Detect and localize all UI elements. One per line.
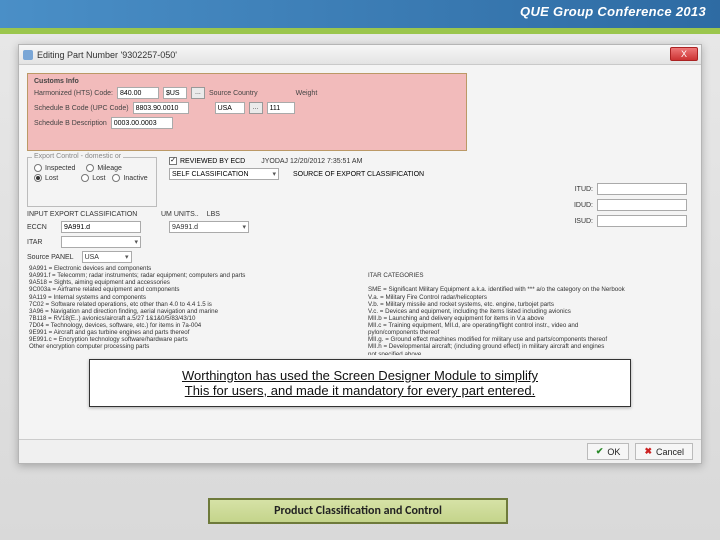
accent-bar (0, 28, 720, 34)
isud-input[interactable] (597, 215, 687, 227)
weight-label: Weight (296, 90, 318, 97)
hts-input[interactable] (117, 87, 159, 99)
edit-part-window: Editing Part Number '9302257-050' X Cust… (18, 44, 702, 464)
units-label: UM UNITS.. (161, 211, 199, 218)
close-button[interactable]: X (670, 47, 698, 61)
window-footer: ✔OK ✖Cancel (19, 439, 701, 463)
units-val: LBS (207, 211, 220, 218)
sitc-label: Schedule B Description (34, 120, 107, 127)
categories-listing: 9A991 = Electronic devices and component… (29, 265, 691, 355)
schedb-lookup-button[interactable]: ... (249, 102, 263, 114)
presenter-note: Worthington has used the Screen Designer… (89, 359, 631, 407)
ok-button[interactable]: ✔OK (587, 443, 630, 460)
source-panel-label: Source PANEL (27, 254, 74, 261)
radio-mileage[interactable] (86, 164, 94, 172)
idud-input[interactable] (597, 199, 687, 211)
self-class-dropdown[interactable]: SELF CLASSIFICATION (169, 168, 279, 180)
source-panel-dropdown[interactable]: USA (82, 251, 132, 263)
radio-lost-label: Lost (45, 175, 58, 182)
radio-inspected-label: Inspected (45, 165, 75, 172)
schedb-input[interactable] (133, 102, 189, 114)
window-title: Editing Part Number '9302257-050' (37, 50, 177, 60)
reviewed-stamp: JYODAJ 12/20/2012 7:35:51 AM (261, 158, 362, 165)
eccn-label: ECCN (27, 224, 57, 231)
hts-unit-input[interactable] (163, 87, 187, 99)
itud-input[interactable] (597, 183, 687, 195)
slide-caption-text: Product Classification and Control (274, 504, 442, 518)
reviewed-checkbox[interactable] (169, 157, 177, 165)
eccn-categories: 9A991 = Electronic devices and component… (29, 265, 352, 355)
check-icon: ✔ (596, 446, 604, 457)
customs-heading: Customs Info (34, 78, 460, 85)
schedb-extra[interactable] (267, 102, 295, 114)
src-country-label: Source Country (209, 90, 258, 97)
note-line2: This for users, and made it mandatory fo… (185, 383, 535, 398)
hts-label: Harmonized (HTS) Code: (34, 90, 113, 97)
group-legend: Export Control - domestic or (32, 153, 123, 160)
eccn-input-1[interactable] (61, 221, 141, 233)
radio-inactive-label: Inactive (123, 175, 147, 182)
note-line1: Worthington has used the Screen Designer… (182, 368, 538, 383)
itar-cat-body: SME = Significant Military Equipment a.k… (368, 286, 691, 355)
radio-inspected[interactable] (34, 164, 42, 172)
reviewed-label: REVIEWED BY ECD (180, 158, 245, 165)
hts-lookup-button[interactable]: ... (191, 87, 205, 99)
reviewed-area: REVIEWED BY ECD JYODAJ 12/20/2012 7:35:5… (169, 157, 424, 183)
idud-label: IDUD: (574, 202, 593, 209)
right-id-fields: ITUD: IDUD: ISUD: (574, 183, 687, 231)
window-body: Customs Info Harmonized (HTS) Code: ... … (19, 65, 701, 463)
itud-label: ITUD: (575, 186, 593, 193)
app-icon (23, 50, 33, 60)
itar-cat-title: ITAR CATEGORIES (368, 272, 691, 279)
cancel-button[interactable]: ✖Cancel (635, 443, 693, 460)
radio-lost[interactable] (34, 174, 42, 182)
radio-inactive[interactable] (112, 174, 120, 182)
customs-info-panel: Customs Info Harmonized (HTS) Code: ... … (27, 73, 467, 151)
conference-banner: QUE Group Conference 2013 (0, 0, 720, 28)
schedb-label: Schedule B Code (UPC Code) (34, 105, 129, 112)
window-titlebar[interactable]: Editing Part Number '9302257-050' X (19, 45, 701, 65)
export-control-group: Export Control - domestic or Inspected M… (27, 157, 157, 207)
sitc-input[interactable] (111, 117, 173, 129)
x-icon: ✖ (644, 446, 652, 457)
export-title: INPUT EXPORT CLASSIFICATION (27, 211, 157, 218)
conference-title: QUE Group Conference 2013 (520, 4, 706, 19)
eccn-dropdown[interactable]: 9A991.d (169, 221, 249, 233)
radio-lost2-label: Lost (92, 175, 105, 182)
src-export-label: SOURCE OF EXPORT CLASSIFICATION (293, 171, 424, 178)
itar-dropdown[interactable] (61, 236, 141, 248)
schedb-country[interactable] (215, 102, 245, 114)
radio-mileage-label: Mileage (97, 165, 122, 172)
radio-lost2[interactable] (81, 174, 89, 182)
itar-label: ITAR (27, 239, 57, 246)
isud-label: ISUD: (574, 218, 593, 225)
itar-categories: ITAR CATEGORIES SME = Significant Milita… (368, 265, 691, 355)
slide-caption: Product Classification and Control (208, 498, 508, 524)
